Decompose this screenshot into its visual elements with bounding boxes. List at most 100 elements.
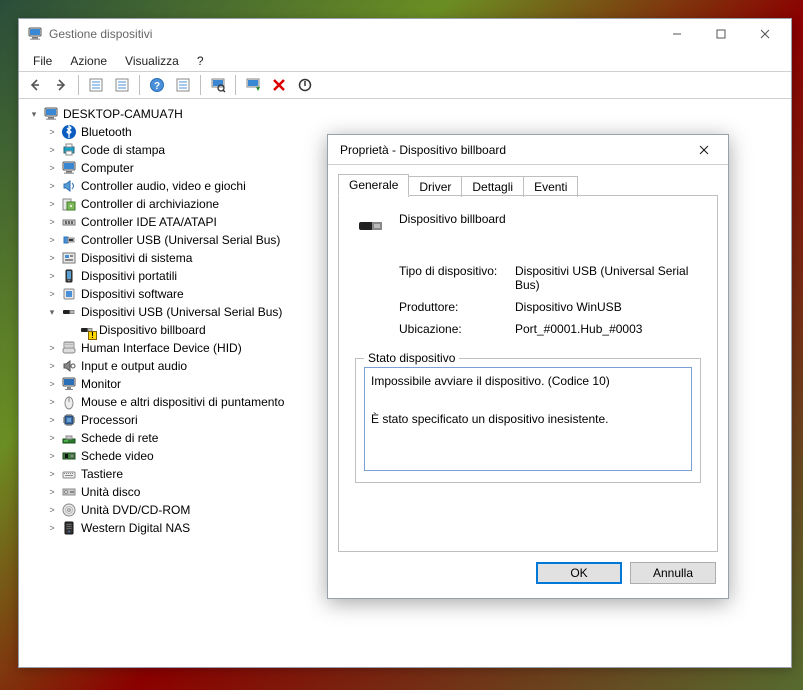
tab-details[interactable]: Dettagli xyxy=(461,176,524,197)
computer-icon xyxy=(43,106,59,122)
toolbar-show-hide-button[interactable] xyxy=(84,73,108,97)
expander-icon[interactable]: ˃ xyxy=(45,449,59,463)
i-net-icon xyxy=(61,430,77,446)
expander-icon[interactable]: ˃ xyxy=(45,125,59,139)
dialog-button-row: OK Annulla xyxy=(328,562,728,598)
expander-icon[interactable]: ˃ xyxy=(45,377,59,391)
window-title: Gestione dispositivi xyxy=(49,27,655,41)
tree-device-label: Dispositivo billboard xyxy=(99,323,206,337)
menu-file[interactable]: File xyxy=(25,52,60,70)
i-system-icon xyxy=(61,250,77,266)
expander-icon[interactable]: ˃ xyxy=(45,485,59,499)
i-video-icon xyxy=(61,448,77,464)
dialog-title: Proprietà - Dispositivo billboard xyxy=(340,143,686,157)
tree-category-label: Tastiere xyxy=(81,467,123,481)
expander-icon[interactable]: ˃ xyxy=(45,431,59,445)
menu-action[interactable]: Azione xyxy=(62,52,115,70)
expander-icon[interactable]: ▾ xyxy=(45,305,59,319)
maximize-button[interactable] xyxy=(699,20,743,48)
expander-icon[interactable]: ▾ xyxy=(27,107,41,121)
i-computer-icon xyxy=(61,160,77,176)
expander-icon[interactable]: ˃ xyxy=(45,341,59,355)
main-titlebar: Gestione dispositivi xyxy=(19,19,791,49)
i-hid-icon xyxy=(61,340,77,356)
toolbar-sheet-button[interactable] xyxy=(171,73,195,97)
expander-icon[interactable]: ˃ xyxy=(45,233,59,247)
expander-icon[interactable]: ˃ xyxy=(45,467,59,481)
expander-icon[interactable]: ˃ xyxy=(45,197,59,211)
expander-icon[interactable]: ˃ xyxy=(45,287,59,301)
location-label: Ubicazione: xyxy=(399,322,509,336)
tree-category-label: Dispositivi software xyxy=(81,287,184,301)
toolbar-update-driver-button[interactable] xyxy=(241,73,265,97)
i-storage-icon xyxy=(61,196,77,212)
toolbar-forward-button[interactable] xyxy=(49,73,73,97)
tree-category-label: Schede di rete xyxy=(81,431,158,445)
i-dvd-icon xyxy=(61,502,77,518)
tree-category-label: Western Digital NAS xyxy=(81,521,190,535)
device-properties: Tipo di dispositivo: Dispositivi USB (Un… xyxy=(399,264,701,336)
tree-category-label: Computer xyxy=(81,161,134,175)
cancel-button[interactable]: Annulla xyxy=(630,562,716,584)
expander-icon[interactable]: ˃ xyxy=(45,179,59,193)
expander-icon[interactable]: ˃ xyxy=(45,269,59,283)
toolbar xyxy=(19,71,791,99)
tree-category-label: Code di stampa xyxy=(81,143,165,157)
manufacturer-label: Produttore: xyxy=(399,300,509,314)
toolbar-scan-hardware-button[interactable] xyxy=(206,73,230,97)
toolbar-uninstall-button[interactable] xyxy=(267,73,291,97)
toolbar-separator xyxy=(78,75,79,95)
tab-general[interactable]: Generale xyxy=(338,174,409,196)
tree-root-label: DESKTOP-CAMUA7H xyxy=(63,107,183,121)
i-usb-icon xyxy=(61,232,77,248)
expander-icon[interactable]: ˃ xyxy=(45,143,59,157)
expander-icon[interactable]: ˃ xyxy=(45,215,59,229)
toolbar-disable-button[interactable] xyxy=(293,73,317,97)
toolbar-back-button[interactable] xyxy=(23,73,47,97)
expander-icon[interactable]: ˃ xyxy=(45,395,59,409)
toolbar-properties-button[interactable] xyxy=(110,73,134,97)
device-properties-dialog: Proprietà - Dispositivo billboard Genera… xyxy=(327,134,729,599)
tab-events[interactable]: Eventi xyxy=(523,176,578,197)
i-printer-icon xyxy=(61,142,77,158)
device-status-legend: Stato dispositivo xyxy=(364,351,459,365)
expander-icon[interactable]: ˃ xyxy=(45,521,59,535)
tree-category-label: Dispositivi USB (Universal Serial Bus) xyxy=(81,305,282,319)
i-portable-icon xyxy=(61,268,77,284)
i-audio-icon xyxy=(61,358,77,374)
tree-category-label: Dispositivi portatili xyxy=(81,269,177,283)
tree-category-label: Unità DVD/CD-ROM xyxy=(81,503,190,517)
tree-category-label: Controller audio, video e giochi xyxy=(81,179,246,193)
expander-icon[interactable]: ˃ xyxy=(45,503,59,517)
expander-icon[interactable]: ˃ xyxy=(45,251,59,265)
device-name: Dispositivo billboard xyxy=(399,210,506,226)
dialog-titlebar: Proprietà - Dispositivo billboard xyxy=(328,135,728,165)
menu-view[interactable]: Visualizza xyxy=(117,52,187,70)
close-button[interactable] xyxy=(743,20,787,48)
tree-root[interactable]: ▾ DESKTOP-CAMUA7H xyxy=(23,105,787,123)
menubar: File Azione Visualizza ? xyxy=(19,49,791,71)
menu-help[interactable]: ? xyxy=(189,52,212,70)
i-ide-icon xyxy=(61,214,77,230)
minimize-button[interactable] xyxy=(655,20,699,48)
device-status-text[interactable] xyxy=(364,367,692,471)
device-type-label: Tipo di dispositivo: xyxy=(399,264,509,292)
tree-category-label: Processori xyxy=(81,413,138,427)
expander-icon[interactable]: ˃ xyxy=(45,359,59,373)
tree-category-label: Dispositivi di sistema xyxy=(81,251,192,265)
tree-category-label: Bluetooth xyxy=(81,125,132,139)
toolbar-separator xyxy=(235,75,236,95)
device-type-value: Dispositivi USB (Universal Serial Bus) xyxy=(515,264,701,292)
expander-icon[interactable]: ˃ xyxy=(45,413,59,427)
dialog-close-button[interactable] xyxy=(686,138,722,162)
usb-plug-icon xyxy=(355,210,387,242)
i-software-icon xyxy=(61,286,77,302)
i-sound-icon xyxy=(61,178,77,194)
i-keyboard-icon xyxy=(61,466,77,482)
device-status-group: Stato dispositivo xyxy=(355,358,701,483)
expander-icon[interactable]: ˃ xyxy=(45,161,59,175)
toolbar-help-button[interactable] xyxy=(145,73,169,97)
tab-driver[interactable]: Driver xyxy=(408,176,462,197)
tree-category-label: Schede video xyxy=(81,449,154,463)
ok-button[interactable]: OK xyxy=(536,562,622,584)
